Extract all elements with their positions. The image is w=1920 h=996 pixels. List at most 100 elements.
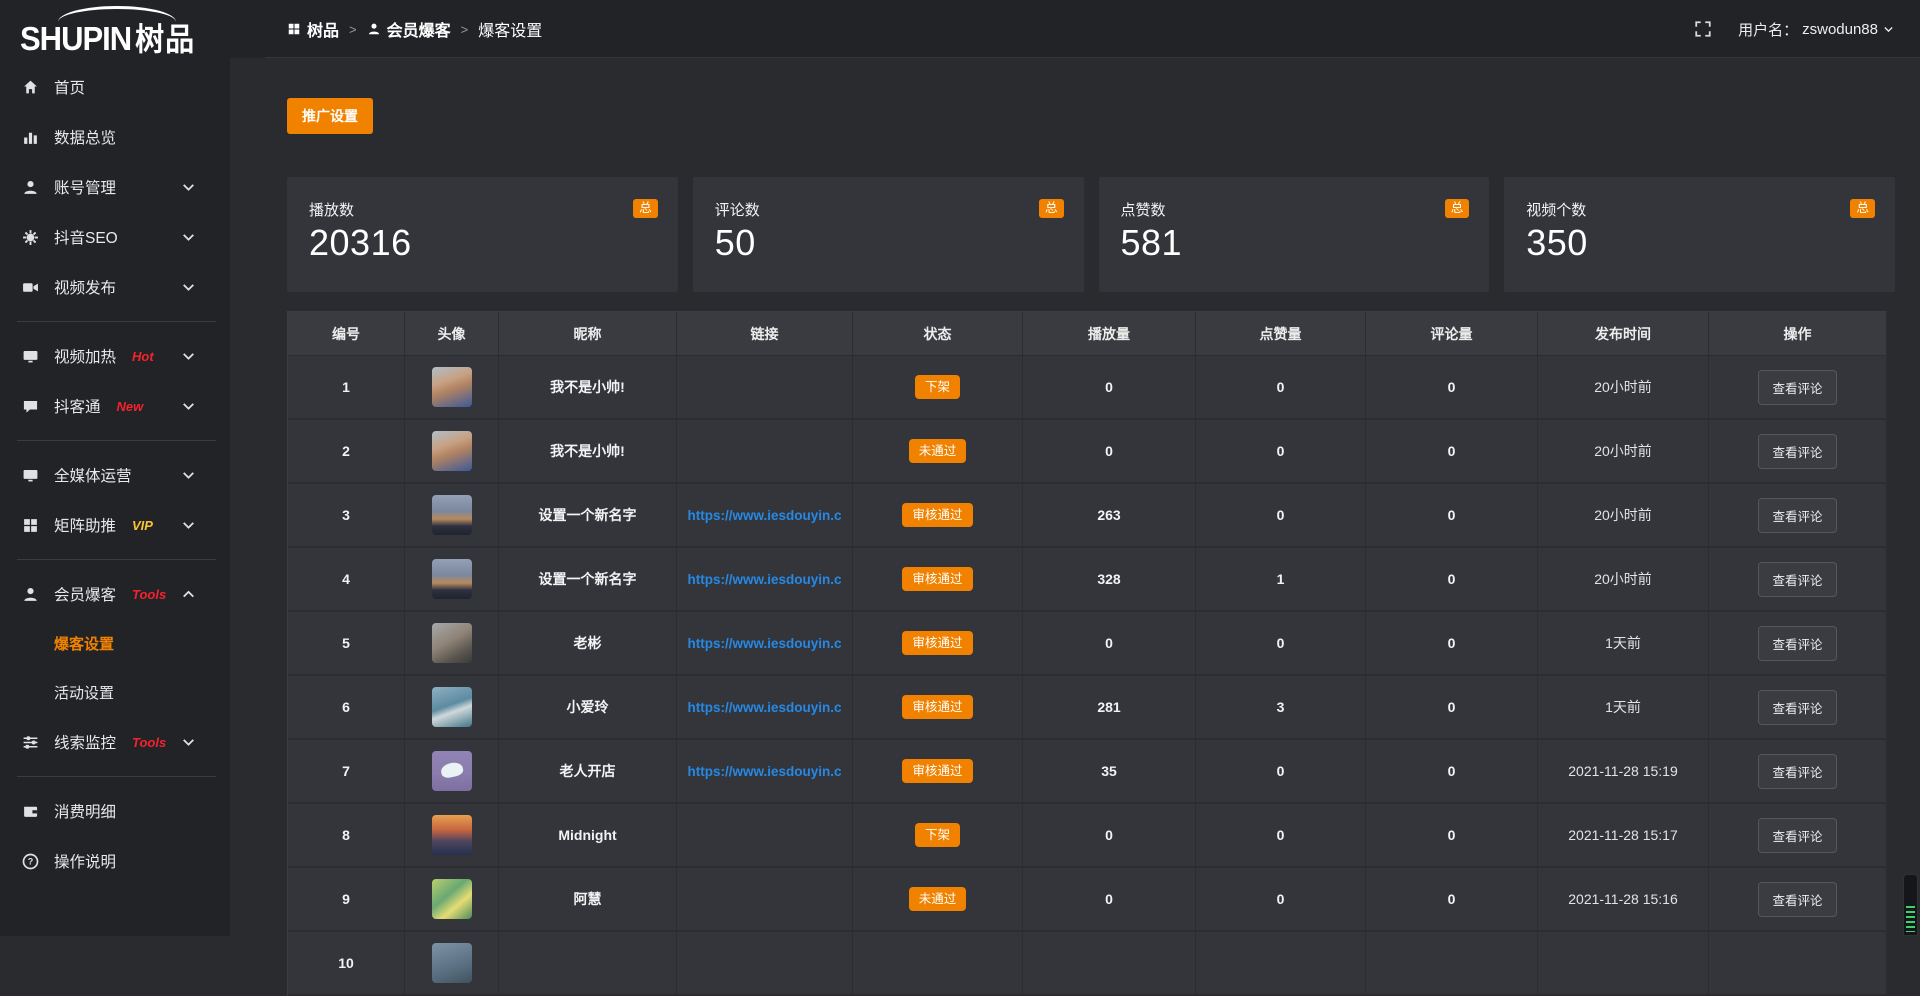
sidebar-item-tag: VIP xyxy=(132,518,153,533)
topbar: SHUPIN树品 树品>会员爆客>爆客设置 用户名：zswodun88 xyxy=(0,0,1920,58)
cell-link: https://www.iesdouyin.c xyxy=(677,548,853,612)
cell-comments: 0 xyxy=(1366,676,1538,740)
wallet-icon xyxy=(22,803,39,820)
cell-link xyxy=(677,356,853,420)
question-icon: ? xyxy=(22,853,39,870)
chevron-down-icon xyxy=(180,179,197,196)
avatar xyxy=(432,495,472,535)
sidebar-item-矩阵助推[interactable]: 矩阵助推 VIP xyxy=(0,500,230,550)
cell-nickname: 我不是小帅! xyxy=(499,356,677,420)
main-content: 推广设置 播放数 20316 总 评论数 50 总 点赞数 581 总 视频个数… xyxy=(230,58,1920,936)
home-icon xyxy=(22,79,39,96)
sidebar-item-消费明细[interactable]: 消费明细 xyxy=(0,786,230,836)
sidebar-subitem-label: 活动设置 xyxy=(54,682,114,703)
sidebar-item-数据总览[interactable]: 数据总览 xyxy=(0,112,230,162)
table-column-header: 昵称 xyxy=(499,312,677,356)
sidebar: 首页 数据总览 账号管理 抖音SEO 视频发布 视频加热 Hot 抖客通 New… xyxy=(0,58,230,936)
avatar xyxy=(432,431,472,471)
cell-action: 查看评论 xyxy=(1709,612,1887,676)
table-row: 5 老彬 https://www.iesdouyin.c 审核通过 0 0 0 … xyxy=(288,612,1887,676)
sidebar-subitem-爆客设置[interactable]: 爆客设置 xyxy=(0,619,230,668)
status-badge: 未通过 xyxy=(909,439,967,464)
sidebar-item-视频加热[interactable]: 视频加热 Hot xyxy=(0,331,230,381)
cell-action: 查看评论 xyxy=(1709,420,1887,484)
video-link[interactable]: https://www.iesdouyin.c xyxy=(687,572,841,587)
cell-likes: 0 xyxy=(1196,740,1366,804)
cell-action: 查看评论 xyxy=(1709,868,1887,932)
cell-comments: 0 xyxy=(1366,612,1538,676)
cell-action: 查看评论 xyxy=(1709,548,1887,612)
video-link[interactable]: https://www.iesdouyin.c xyxy=(687,636,841,651)
status-badge: 未通过 xyxy=(909,887,967,912)
view-comments-button[interactable]: 查看评论 xyxy=(1758,626,1836,661)
view-comments-button[interactable]: 查看评论 xyxy=(1758,434,1836,469)
view-comments-button[interactable]: 查看评论 xyxy=(1758,690,1836,725)
cell-nickname: 小爱玲 xyxy=(499,676,677,740)
sidebar-item-账号管理[interactable]: 账号管理 xyxy=(0,162,230,212)
sidebar-item-全媒体运营[interactable]: 全媒体运营 xyxy=(0,450,230,500)
cell-avatar xyxy=(405,740,499,804)
cell-time xyxy=(1538,932,1709,996)
cell-action: 查看评论 xyxy=(1709,356,1887,420)
breadcrumb: 树品>会员爆客>爆客设置 xyxy=(287,0,542,58)
sidebar-item-抖音SEO[interactable]: 抖音SEO xyxy=(0,212,230,262)
user-menu[interactable]: 用户名：zswodun88 xyxy=(1738,19,1895,40)
sidebar-item-抖客通[interactable]: 抖客通 New xyxy=(0,381,230,431)
breadcrumb-label: 会员爆客 xyxy=(387,17,451,41)
gear-icon xyxy=(22,229,39,246)
cell-link: https://www.iesdouyin.c xyxy=(677,676,853,740)
status-badge: 下架 xyxy=(915,823,960,848)
sidebar-item-操作说明[interactable]: ? 操作说明 xyxy=(0,836,230,886)
view-comments-button[interactable]: 查看评论 xyxy=(1758,562,1836,597)
stat-card-label: 播放数 xyxy=(309,199,658,220)
table-column-header: 播放量 xyxy=(1023,312,1196,356)
cell-time: 20小时前 xyxy=(1538,484,1709,548)
sidebar-item-视频发布[interactable]: 视频发布 xyxy=(0,262,230,312)
view-comments-button[interactable]: 查看评论 xyxy=(1758,498,1836,533)
breadcrumb-item[interactable]: 树品 xyxy=(287,17,339,41)
table-header-row: 编号头像昵称链接状态播放量点赞量评论量发布时间操作 xyxy=(288,312,1887,356)
cell-number: 3 xyxy=(288,484,405,548)
stat-card: 点赞数 581 总 xyxy=(1099,177,1490,292)
breadcrumb-item[interactable]: 会员爆客 xyxy=(367,17,451,41)
sidebar-item-线索监控[interactable]: 线索监控 Tools xyxy=(0,717,230,767)
sidebar-item-label: 首页 xyxy=(54,76,85,98)
cell-number: 7 xyxy=(288,740,405,804)
grid-icon xyxy=(22,517,39,534)
fullscreen-icon[interactable] xyxy=(1694,20,1712,38)
chevron-down-icon xyxy=(1882,23,1895,36)
cell-plays: 263 xyxy=(1023,484,1196,548)
cell-nickname: 设置一个新名字 xyxy=(499,548,677,612)
sidebar-subitem-label: 爆客设置 xyxy=(54,633,114,654)
scroll-widget[interactable] xyxy=(1903,874,1918,936)
cell-likes: 0 xyxy=(1196,612,1366,676)
view-comments-button[interactable]: 查看评论 xyxy=(1758,818,1836,853)
video-link[interactable]: https://www.iesdouyin.c xyxy=(687,764,841,779)
cell-link xyxy=(677,868,853,932)
chevron-down-icon xyxy=(180,734,197,751)
video-link[interactable]: https://www.iesdouyin.c xyxy=(687,508,841,523)
cell-status: 未通过 xyxy=(853,868,1023,932)
promo-settings-button[interactable]: 推广设置 xyxy=(287,98,373,134)
cell-comments: 0 xyxy=(1366,420,1538,484)
sidebar-item-首页[interactable]: 首页 xyxy=(0,62,230,112)
avatar xyxy=(432,815,472,855)
cell-plays: 328 xyxy=(1023,548,1196,612)
table-body: 1 我不是小帅! 下架 0 0 0 20小时前 查看评论 2 我不是小帅! 未通… xyxy=(288,356,1887,996)
cell-time: 20小时前 xyxy=(1538,548,1709,612)
sidebar-item-会员爆客[interactable]: 会员爆客 Tools xyxy=(0,569,230,619)
cell-plays: 0 xyxy=(1023,356,1196,420)
view-comments-button[interactable]: 查看评论 xyxy=(1758,370,1836,405)
stat-card-total-badge: 总 xyxy=(633,199,658,218)
sidebar-subitem-活动设置[interactable]: 活动设置 xyxy=(0,668,230,717)
status-badge: 审核通过 xyxy=(902,631,972,656)
cell-comments: 0 xyxy=(1366,804,1538,868)
view-comments-button[interactable]: 查看评论 xyxy=(1758,882,1836,917)
video-link[interactable]: https://www.iesdouyin.c xyxy=(687,700,841,715)
sidebar-item-label: 线索监控 xyxy=(54,731,116,753)
view-comments-button[interactable]: 查看评论 xyxy=(1758,754,1836,789)
status-badge: 审核通过 xyxy=(902,759,972,784)
table-column-header: 发布时间 xyxy=(1538,312,1709,356)
breadcrumb-item[interactable]: 爆客设置 xyxy=(478,17,542,41)
cell-link: https://www.iesdouyin.c xyxy=(677,612,853,676)
